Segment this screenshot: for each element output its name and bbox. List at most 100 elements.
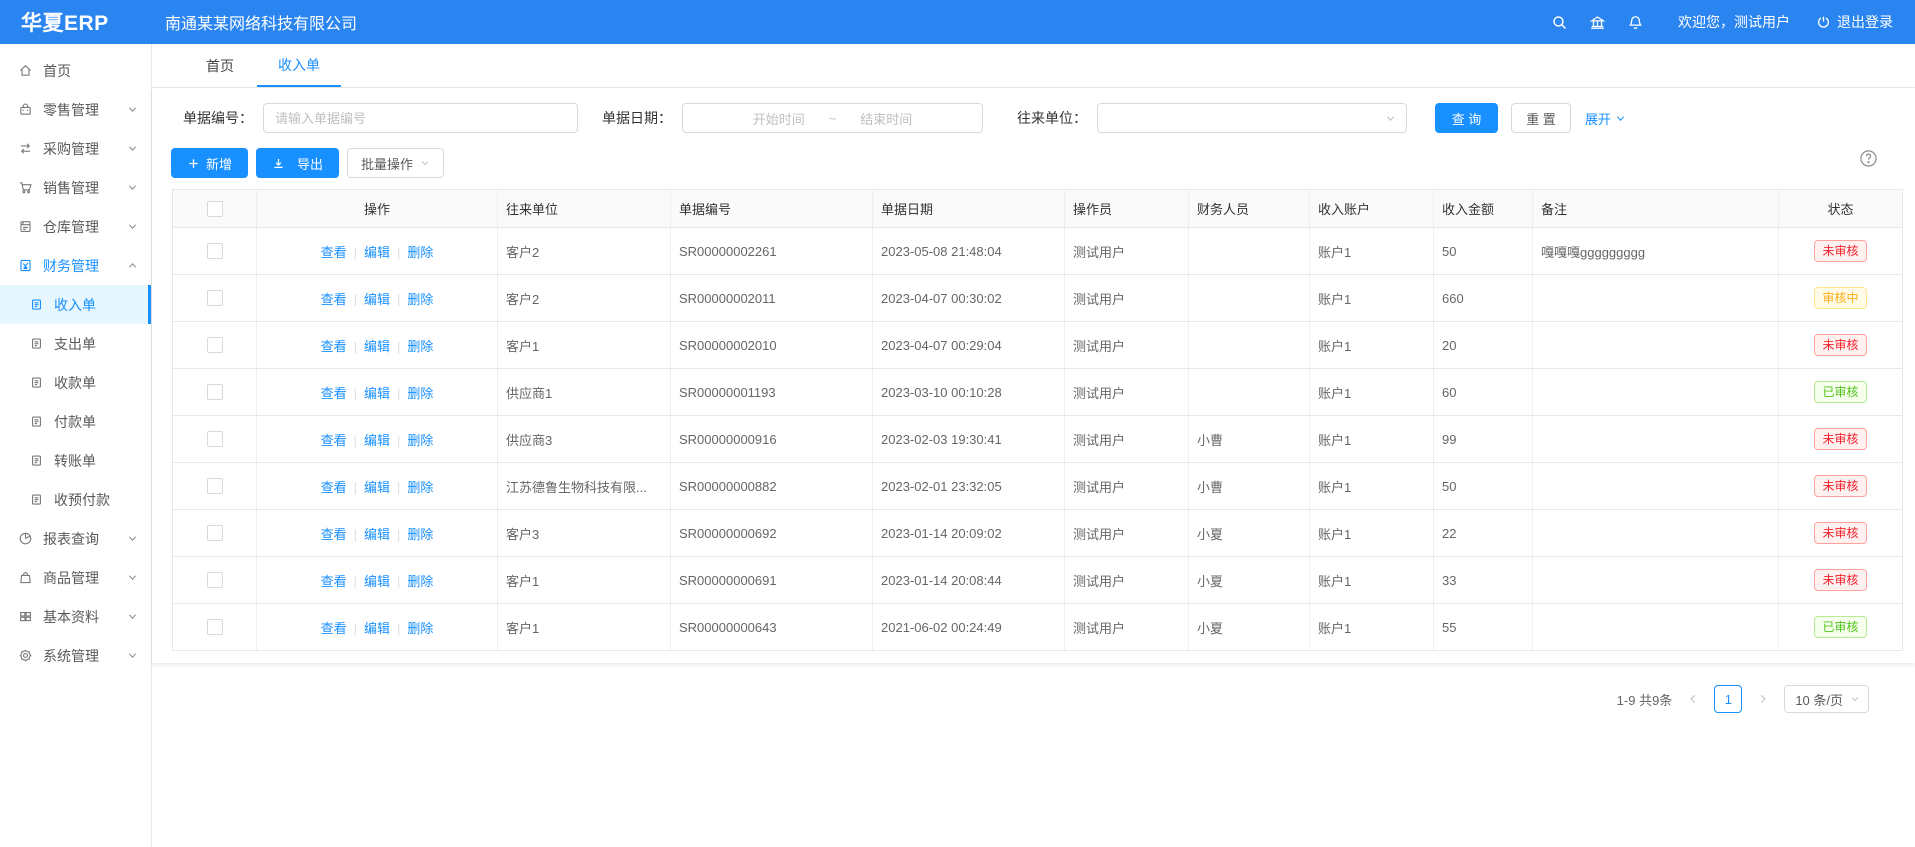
batch-operation-button[interactable]: 批量操作 [347,148,444,178]
number-cell: SR00000001193 [671,369,873,416]
delete-link[interactable]: 删除 [407,433,433,448]
view-link[interactable]: 查看 [321,386,347,401]
delete-link[interactable]: 删除 [407,621,433,636]
doc-icon [29,336,45,352]
sidebar-item-label: 支出单 [54,334,96,354]
chevron-down-icon [127,650,138,661]
row-checkbox[interactable] [207,431,223,447]
edit-link[interactable]: 编辑 [364,339,390,354]
next-page-button[interactable] [1750,686,1776,712]
view-link[interactable]: 查看 [321,527,347,542]
delete-link[interactable]: 删除 [407,245,433,260]
page-1-button[interactable]: 1 [1714,685,1742,713]
delete-link[interactable]: 删除 [407,527,433,542]
sidebar-item-system[interactable]: 系统管理 [0,636,151,675]
sidebar-item-label: 商品管理 [43,568,99,588]
sidebar-item-report[interactable]: 报表查询 [0,519,151,558]
link-separator: | [354,245,357,260]
table-body: 查看|编辑|删除客户2SR000000022612023-05-08 21:48… [173,228,1903,651]
finance-staff-cell [1189,275,1310,322]
edit-link[interactable]: 编辑 [364,574,390,589]
logout-button[interactable]: 退出登录 [1816,12,1893,32]
row-checkbox[interactable] [207,243,223,259]
sidebar-item-sales[interactable]: 销售管理 [0,168,151,207]
reset-button[interactable]: 重 置 [1511,103,1571,133]
sidebar-item-purchase[interactable]: 采购管理 [0,129,151,168]
link-separator: | [354,292,357,307]
edit-link[interactable]: 编辑 [364,480,390,495]
link-separator: | [354,574,357,589]
bank-icon[interactable] [1578,14,1616,31]
sidebar-item-goods[interactable]: 商品管理 [0,558,151,597]
content-card: 单据编号： 单据日期： 开始时间 ~ 结束时间 往来单位： 查 询 重 置 展开 [152,88,1915,663]
account-cell: 账户1 [1310,228,1434,275]
delete-link[interactable]: 删除 [407,480,433,495]
export-button[interactable]: 导出 [256,148,339,178]
edit-link[interactable]: 编辑 [364,386,390,401]
view-link[interactable]: 查看 [321,245,347,260]
amount-cell: 55 [1434,604,1533,651]
number-filter-input[interactable] [263,103,578,133]
chevron-right-icon [1757,693,1769,705]
delete-link[interactable]: 删除 [407,574,433,589]
view-link[interactable]: 查看 [321,433,347,448]
add-button[interactable]: 新增 [171,148,248,178]
edit-link[interactable]: 编辑 [364,621,390,636]
select-all-checkbox[interactable] [207,201,223,217]
edit-link[interactable]: 编辑 [364,292,390,307]
bell-icon[interactable] [1616,14,1654,31]
row-checkbox[interactable] [207,384,223,400]
edit-link[interactable]: 编辑 [364,433,390,448]
help-icon[interactable] [1859,149,1878,171]
edit-link[interactable]: 编辑 [364,245,390,260]
view-link[interactable]: 查看 [321,574,347,589]
row-checkbox[interactable] [207,478,223,494]
row-checkbox[interactable] [207,337,223,353]
sidebar-item-payment[interactable]: 付款单 [0,402,151,441]
column-header: 往来单位 [498,190,671,228]
status-badge: 未审核 [1814,569,1866,591]
page-size-select[interactable]: 10 条/页 [1784,685,1869,713]
view-link[interactable]: 查看 [321,292,347,307]
row-checkbox[interactable] [207,290,223,306]
search-icon[interactable] [1540,14,1578,31]
unit-cell: 供应商3 [498,416,671,463]
sidebar-item-warehouse[interactable]: 仓库管理 [0,207,151,246]
unit-filter-select[interactable] [1097,103,1407,133]
sidebar-item-transfer[interactable]: 转账单 [0,441,151,480]
tab-home[interactable]: 首页 [185,44,255,87]
sidebar-item-label: 销售管理 [43,178,99,198]
sidebar-item-finance[interactable]: 财务管理 [0,246,151,285]
sidebar-item-receipt[interactable]: 收款单 [0,363,151,402]
expand-link[interactable]: 展开 [1585,109,1626,128]
sidebar-item-expense[interactable]: 支出单 [0,324,151,363]
delete-link[interactable]: 删除 [407,339,433,354]
row-checkbox[interactable] [207,619,223,635]
view-link[interactable]: 查看 [321,621,347,636]
search-button[interactable]: 查 询 [1435,103,1498,133]
chevron-down-icon [127,104,138,115]
date-end-placeholder: 结束时间 [860,109,912,128]
delete-link[interactable]: 删除 [407,386,433,401]
sidebar-item-income[interactable]: 收入单 [0,285,151,324]
prev-page-button[interactable] [1680,686,1706,712]
account-cell: 账户1 [1310,557,1434,604]
remark-cell [1533,557,1779,604]
edit-link[interactable]: 编辑 [364,527,390,542]
operator-cell: 测试用户 [1065,369,1189,416]
date-cell: 2023-04-07 00:29:04 [873,322,1065,369]
finance-staff-cell: 小夏 [1189,510,1310,557]
view-link[interactable]: 查看 [321,339,347,354]
sidebar-item-basic[interactable]: 基本资料 [0,597,151,636]
date-range-picker[interactable]: 开始时间 ~ 结束时间 [682,103,983,133]
delete-link[interactable]: 删除 [407,292,433,307]
sidebar-item-home[interactable]: 首页 [0,51,151,90]
sidebar-item-retail[interactable]: 零售管理 [0,90,151,129]
row-checkbox[interactable] [207,572,223,588]
view-link[interactable]: 查看 [321,480,347,495]
tab-income-receipt[interactable]: 收入单 [257,44,341,87]
operator-cell: 测试用户 [1065,463,1189,510]
home-icon [18,63,34,79]
sidebar-item-advance[interactable]: 收预付款 [0,480,151,519]
row-checkbox[interactable] [207,525,223,541]
